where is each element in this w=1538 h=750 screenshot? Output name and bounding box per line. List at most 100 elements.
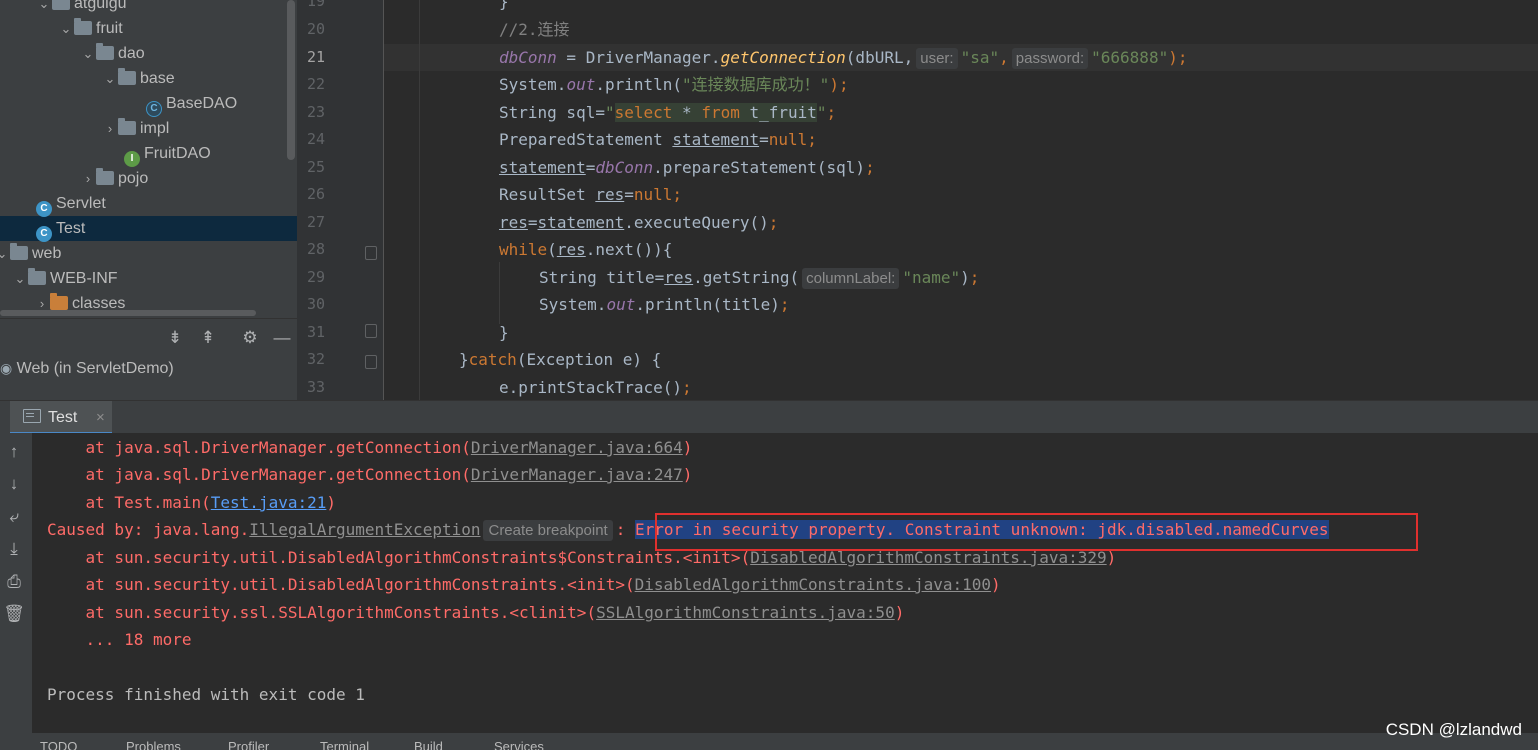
code-editor[interactable]: 19 20 21 22 23 24 25 26 27 28 29 30 31 3… — [297, 0, 1538, 400]
process-exit-line: Process finished with exit code 1 — [47, 685, 365, 704]
line-number: 27 — [307, 213, 326, 231]
package-folder-icon — [96, 168, 114, 185]
code-line-20: //2.连接 — [499, 20, 570, 39]
console-line: at sun.security.util.DisabledAlgorithmCo… — [47, 575, 1001, 594]
line-number: 21 — [307, 48, 326, 66]
tree-item-base[interactable]: ⌄ base — [102, 66, 175, 91]
services-item-web[interactable]: ◉ Web (in ServletDemo) — [0, 356, 174, 380]
chevron-right-icon[interactable]: › — [102, 116, 118, 141]
chevron-down-icon[interactable]: ⌄ — [80, 41, 96, 66]
hide-icon[interactable]: — — [271, 327, 293, 349]
console-line: at sun.security.ssl.SSLAlgorithmConstrai… — [47, 603, 905, 622]
print-icon[interactable]: ⎙ — [3, 571, 25, 593]
tree-item-fruit[interactable]: ⌄ fruit — [58, 16, 123, 41]
expand-all-icon[interactable]: ⇟ — [164, 327, 186, 349]
chevron-down-icon[interactable]: ⌄ — [12, 266, 28, 291]
tool-services[interactable]: Services — [494, 739, 544, 750]
web-app-icon: ◉ — [0, 360, 13, 376]
line-number: 19 — [307, 0, 326, 10]
console-output[interactable]: at java.sql.DriverManager.getConnection(… — [32, 433, 1538, 733]
watermark: CSDN @lzlandwd — [1385, 720, 1522, 739]
scroll-to-end-icon[interactable]: ⤓ — [3, 538, 25, 560]
chevron-down-icon[interactable]: ⌄ — [102, 66, 118, 91]
code-line-32: }catch(Exception e) { — [459, 350, 662, 369]
tree-horizontal-scrollbar[interactable] — [0, 310, 256, 316]
code-line-30: System.out.println(title); — [539, 295, 790, 314]
package-folder-icon — [118, 118, 136, 135]
fold-marker-icon[interactable] — [365, 355, 377, 369]
runnable-class-icon: C — [36, 226, 52, 242]
stack-link[interactable]: DisabledAlgorithmConstraints.java:100 — [635, 575, 991, 594]
fold-marker-icon[interactable] — [365, 324, 377, 338]
parameter-hint-columnlabel: columnLabel: — [802, 268, 900, 289]
stack-link[interactable]: Test.java:21 — [211, 493, 327, 512]
tool-problems[interactable]: Problems — [126, 739, 181, 750]
gear-icon[interactable]: ⚙ — [239, 327, 261, 349]
tool-profiler[interactable]: Profiler — [228, 739, 269, 750]
tree-item-test[interactable]: C Test — [36, 216, 85, 242]
abstract-class-icon: C — [146, 101, 162, 117]
stack-link[interactable]: DriverManager.java:664 — [471, 438, 683, 457]
code-line-25: statement=dbConn.prepareStatement(sql); — [499, 158, 875, 177]
collapse-all-icon[interactable]: ⇞ — [197, 327, 219, 349]
exception-link[interactable]: IllegalArgumentException — [249, 520, 480, 539]
line-number: 23 — [307, 103, 326, 121]
line-number: 24 — [307, 130, 326, 148]
tab-run-test[interactable]: Test × — [10, 401, 112, 435]
code-line-23: String sql="select * from t_fruit"; — [499, 103, 837, 122]
tree-vertical-scrollbar[interactable] — [287, 0, 295, 160]
console-line: ... 18 more — [47, 630, 192, 649]
code-line-26: ResultSet res=null; — [499, 185, 683, 204]
tool-terminal[interactable]: Terminal — [320, 739, 369, 750]
tree-item-web-inf[interactable]: ⌄ WEB-INF — [12, 266, 118, 291]
fold-marker-icon[interactable] — [365, 246, 377, 260]
line-number: 32 — [307, 350, 326, 368]
tool-window-bar: TODO Problems Profiler Terminal Build Se… — [0, 733, 1538, 750]
interface-icon: I — [124, 151, 140, 167]
parameter-hint-user: user: — [916, 48, 958, 69]
arrow-down-icon[interactable]: ↓ — [3, 473, 25, 495]
tree-item-impl[interactable]: › impl — [102, 116, 169, 141]
line-number: 30 — [307, 295, 326, 313]
tool-todo[interactable]: TODO — [40, 739, 77, 750]
tree-item-fruitdao[interactable]: I FruitDAO — [124, 141, 211, 167]
tree-item-atguigu[interactable]: ⌄ atguigu — [36, 0, 127, 16]
line-number: 28 — [307, 240, 326, 258]
chevron-down-icon[interactable]: ⌄ — [36, 0, 52, 16]
console-icon — [23, 409, 41, 423]
run-window-toolbar: ↑ ↓ ⤶ ⤓ ⎙ 🗑 — [0, 433, 32, 750]
indent-guide — [499, 262, 500, 324]
close-tab-icon[interactable]: × — [96, 401, 105, 434]
run-window-header: Test × — [0, 400, 1538, 435]
tree-item-dao[interactable]: ⌄ dao — [80, 41, 145, 66]
chevron-down-icon[interactable]: ⌄ — [58, 16, 74, 41]
code-line-29: String title=res.getString(columnLabel: "… — [539, 268, 980, 289]
code-line-24: PreparedStatement statement=null; — [499, 130, 817, 149]
chevron-down-icon[interactable]: ⌄ — [0, 241, 10, 266]
code-line-27: res=statement.executeQuery(); — [499, 213, 779, 232]
package-folder-icon — [74, 18, 92, 35]
stack-link[interactable]: DriverManager.java:247 — [471, 465, 683, 484]
folder-icon — [28, 268, 46, 285]
tool-build[interactable]: Build — [414, 739, 443, 750]
code-line-33: e.printStackTrace(); — [499, 378, 692, 397]
services-panel: ◉ Web (in ServletDemo) — [0, 356, 297, 400]
code-line-21: dbConn = DriverManager.getConnection(dbU… — [499, 48, 1188, 69]
class-icon: C — [36, 201, 52, 217]
soft-wrap-icon[interactable]: ⤶ — [3, 506, 25, 528]
create-breakpoint-button[interactable]: Create breakpoint — [483, 520, 613, 541]
stack-link[interactable]: SSLAlgorithmConstraints.java:50 — [596, 603, 895, 622]
tree-item-web[interactable]: ⌄ web — [0, 241, 61, 266]
trash-icon[interactable]: 🗑 — [3, 603, 25, 625]
tree-item-pojo[interactable]: › pojo — [80, 166, 148, 191]
arrow-up-icon[interactable]: ↑ — [3, 441, 25, 463]
tree-item-servlet[interactable]: C Servlet — [36, 191, 106, 217]
web-folder-icon — [10, 243, 28, 260]
tree-item-basedao[interactable]: C BaseDAO — [146, 91, 237, 117]
code-line-28: while(res.next()){ — [499, 240, 673, 259]
code-line-31: } — [499, 323, 509, 342]
error-highlight-box — [655, 513, 1418, 551]
line-number: 33 — [307, 378, 326, 396]
chevron-right-icon[interactable]: › — [80, 166, 96, 191]
line-number: 31 — [307, 323, 326, 341]
